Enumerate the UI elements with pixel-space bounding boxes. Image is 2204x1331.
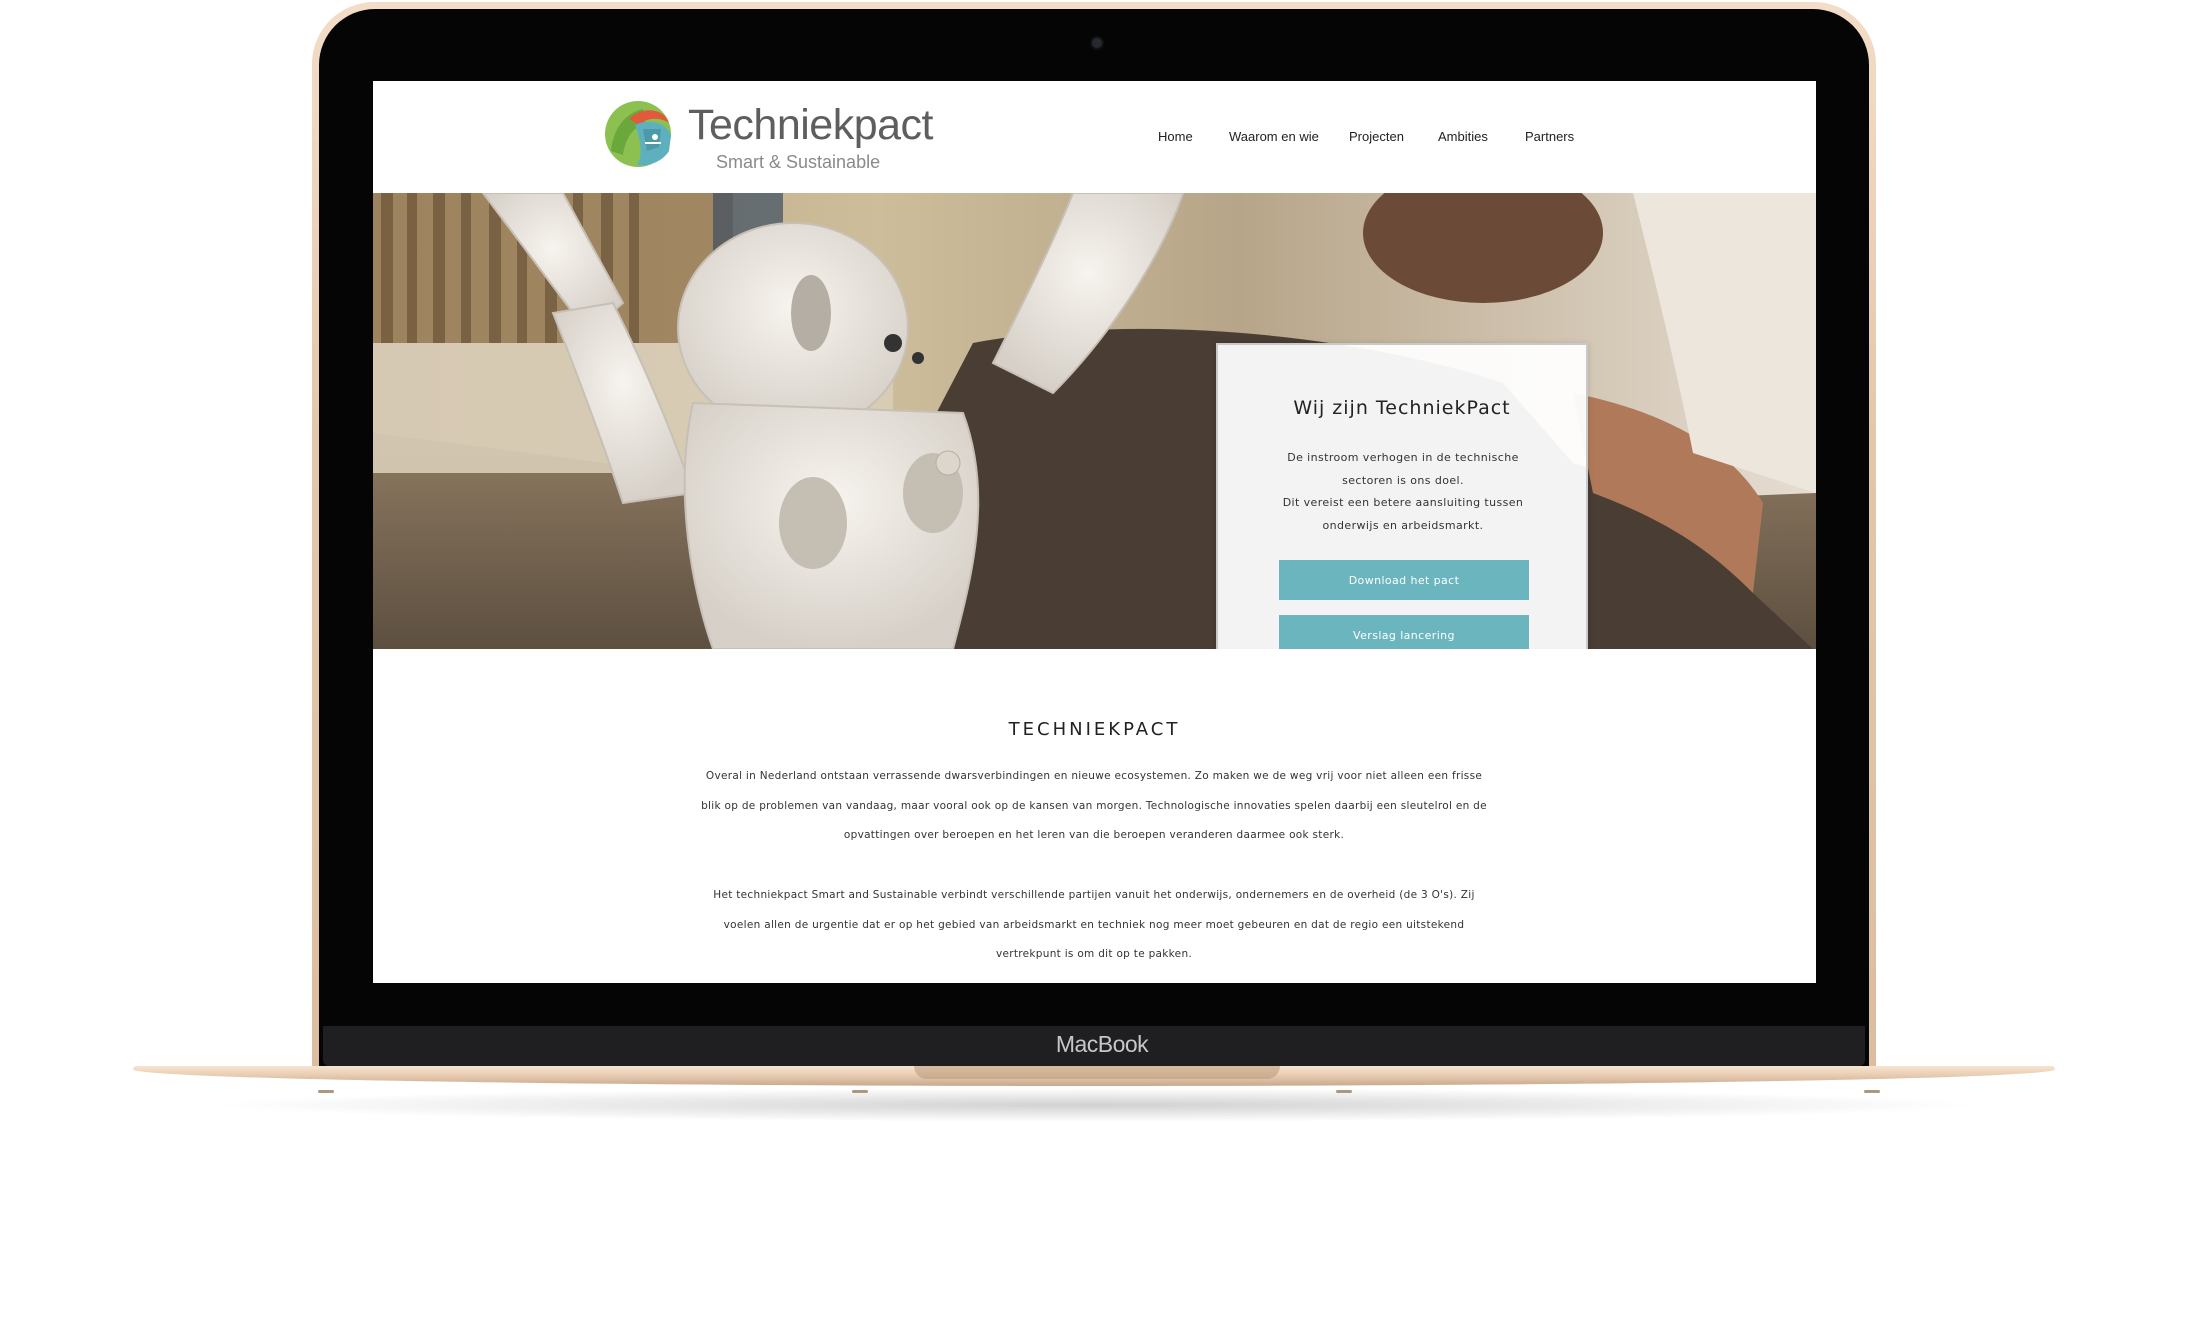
laptop-shadow [200, 1088, 1990, 1122]
hero-banner: Wij zijn TechniekPact De instroom verhog… [373, 193, 1816, 649]
card-text-line: onderwijs en arbeidsmarkt. [1322, 518, 1484, 532]
intro-paragraph-1: Overal in Nederland ontstaan verrassende… [669, 762, 1519, 851]
nav-item-home[interactable]: Home [1158, 129, 1193, 144]
site-header: Techniekpact Smart & Sustainable Home Wa… [373, 81, 1816, 193]
verslag-lancering-button[interactable]: Verslag lancering [1279, 615, 1529, 649]
card-text-line: sectoren is ons doel. [1342, 473, 1464, 487]
hero-robot-photo [373, 193, 1816, 649]
nav-item-partners[interactable]: Partners [1525, 129, 1574, 144]
paragraph-line: opvattingen over beroepen en het leren v… [843, 829, 1345, 842]
device-brand-label: MacBook [1055, 1031, 1149, 1057]
laptop-foot [1336, 1090, 1352, 1093]
card-text-line: Dit vereist een betere aansluiting tusse… [1282, 496, 1524, 509]
download-pact-button[interactable]: Download het pact [1279, 560, 1529, 600]
paragraph-line: vertrekpunt is om dit op te pakken. [995, 948, 1193, 961]
card-description: De instroom verhogen in de technische se… [1238, 447, 1568, 537]
paragraph-line: Het techniekpact Smart and Sustainable v… [713, 889, 1475, 901]
laptop-foot [852, 1090, 868, 1093]
card-text-line: De instroom verhogen in de technische [1287, 451, 1519, 464]
section-title: TECHNIEKPACT [1008, 719, 1181, 740]
main-nav: Home Waarom en wie Projecten Ambities Pa… [373, 129, 1816, 149]
intro-paragraph-2: Het techniekpact Smart and Sustainable v… [669, 881, 1519, 970]
camera-icon [1092, 38, 1102, 48]
browser-screen: Techniekpact Smart & Sustainable Home Wa… [373, 81, 1816, 983]
card-title: Wij zijn TechniekPact [1293, 397, 1511, 419]
paragraph-line: Overal in Nederland ontstaan verrassende… [705, 770, 1483, 782]
laptop-foot [1864, 1090, 1880, 1093]
paragraph-line: voelen allen de urgentie dat er op het g… [723, 918, 1465, 931]
laptop-opening-notch [914, 1066, 1280, 1079]
nav-item-waarom-en-wie[interactable]: Waarom en wie [1229, 129, 1319, 144]
nav-item-projecten[interactable]: Projecten [1349, 129, 1404, 144]
nav-item-ambities[interactable]: Ambities [1438, 129, 1488, 144]
hero-info-card: Wij zijn TechniekPact De instroom verhog… [1216, 343, 1588, 649]
logo-tagline: Smart & Sustainable [716, 152, 881, 172]
paragraph-line: blik op de problemen van vandaag, maar v… [701, 799, 1487, 812]
laptop-foot [318, 1090, 334, 1093]
